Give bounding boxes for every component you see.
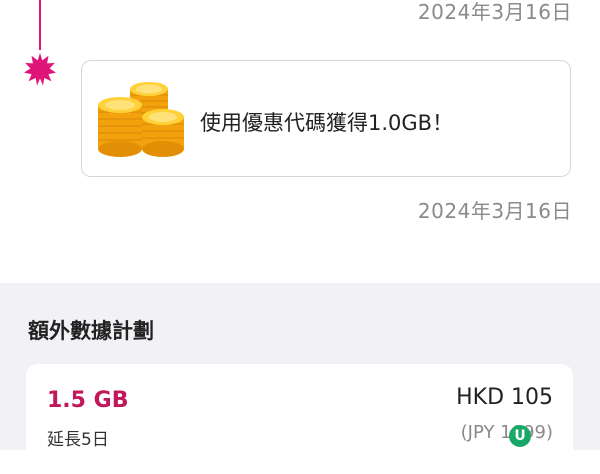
promo-message: 使用優惠代碼獲得1.0GB！	[200, 111, 454, 135]
timestamp-top: 2024年3月16日	[417, 0, 572, 24]
timeline-marker-icon	[24, 53, 56, 86]
extra-data-plans-section: 額外數據計劃 1.5 GB 延長5日 HKD 105 (JPY 1099)	[0, 283, 600, 474]
watermark-logo-icon: U	[509, 425, 531, 447]
data-plan-card[interactable]: 1.5 GB 延長5日 HKD 105 (JPY 1099)	[26, 364, 573, 474]
timestamp-mid: 2024年3月16日	[417, 199, 572, 223]
section-title: 額外數據計劃	[28, 319, 154, 343]
plan-duration: 延長5日	[47, 430, 109, 450]
gold-coins-icon	[98, 82, 184, 157]
timeline-line	[39, 0, 41, 50]
plan-price: HKD 105	[456, 385, 553, 410]
promo-notification-card[interactable]: 使用優惠代碼獲得1.0GB！	[81, 60, 571, 177]
plan-price-jpy: (JPY 1099)	[460, 422, 553, 443]
plan-size: 1.5 GB	[47, 388, 129, 413]
